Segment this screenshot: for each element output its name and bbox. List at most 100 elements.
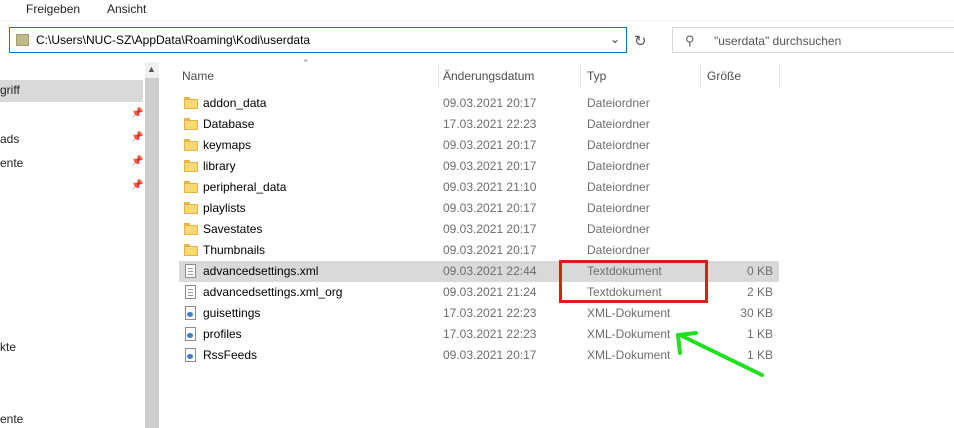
file-date: 09.03.2021 20:17 [443, 96, 537, 110]
file-name: RssFeeds [203, 348, 258, 362]
column-header-size[interactable]: Größe [707, 69, 741, 83]
pin-icon[interactable]: 📌 [131, 132, 143, 143]
file-name: peripheral_data [203, 180, 287, 194]
file-row[interactable]: library 09.03.2021 20:17 Dateiordner [179, 156, 779, 177]
nav-item-other[interactable]: ente [0, 412, 23, 426]
file-type: Dateiordner [587, 180, 650, 194]
file-date: 09.03.2021 20:17 [443, 201, 537, 215]
file-date: 17.03.2021 22:23 [443, 117, 537, 131]
file-type: Dateiordner [587, 96, 650, 110]
file-type: Dateiordner [587, 243, 650, 257]
file-name: keymaps [203, 138, 252, 152]
pin-icon[interactable]: 📌 [131, 108, 143, 119]
ribbon-bar: Freigeben Ansicht [0, 0, 954, 21]
nav-item-quick-access[interactable]: griff [0, 83, 20, 97]
column-divider[interactable] [438, 64, 439, 88]
nav-item-documents[interactable]: ente [0, 156, 23, 170]
xml-document-icon [185, 348, 196, 362]
column-divider[interactable] [779, 64, 780, 88]
file-date: 09.03.2021 22:44 [443, 264, 537, 278]
nav-scrollbar[interactable]: ▲ [145, 62, 159, 428]
address-bar[interactable]: C:\Users\NUC-SZ\AppData\Roaming\Kodi\use… [9, 27, 627, 53]
scroll-up-icon[interactable]: ▲ [147, 64, 156, 74]
file-row[interactable]: Savestates 09.03.2021 20:17 Dateiordner [179, 219, 779, 240]
file-type: Dateiordner [587, 138, 650, 152]
tab-freigeben[interactable]: Freigeben [26, 2, 80, 16]
folder-icon [184, 202, 198, 214]
file-list: ⌃ Name Änderungsdatum Typ Größe addon_da… [160, 58, 954, 428]
red-highlight-box [559, 260, 708, 303]
column-header-name[interactable]: Name [182, 69, 214, 83]
pin-icon[interactable]: 📌 [131, 156, 143, 167]
file-row[interactable]: playlists 09.03.2021 20:17 Dateiordner [179, 198, 779, 219]
file-date: 17.03.2021 22:23 [443, 306, 537, 320]
file-date: 17.03.2021 22:23 [443, 327, 537, 341]
xml-document-icon [185, 327, 196, 341]
file-name: addon_data [203, 96, 267, 110]
chevron-down-icon[interactable]: ⌄ [610, 32, 620, 46]
folder-icon [184, 139, 198, 151]
file-type: Dateiordner [587, 222, 650, 236]
folder-icon [184, 181, 198, 193]
file-row[interactable]: peripheral_data 09.03.2021 21:10 Dateiordn… [179, 177, 779, 198]
folder-icon [184, 160, 198, 172]
file-date: 09.03.2021 20:17 [443, 138, 537, 152]
file-name: advancedsettings.xml [203, 264, 319, 278]
navigation-pane: griff 📌 ads 📌 ente 📌 📌 kte ente ▲ [0, 62, 160, 428]
file-row[interactable]: Thumbnails 09.03.2021 20:17 Dateiordner [179, 240, 779, 261]
file-name: advancedsettings.xml_org [203, 285, 343, 299]
file-size: 2 KB [746, 285, 773, 299]
file-type: Dateiordner [587, 159, 650, 173]
xml-document-icon [185, 306, 196, 320]
refresh-icon[interactable]: ↻ [634, 32, 647, 50]
file-type: XML-Dokument [587, 306, 671, 320]
nav-selected-highlight [0, 80, 143, 102]
file-name: Thumbnails [203, 243, 266, 257]
folder-icon [184, 223, 198, 235]
file-name: Database [203, 117, 255, 131]
folder-icon [184, 97, 198, 109]
file-date: 09.03.2021 20:17 [443, 243, 537, 257]
column-divider[interactable] [700, 64, 701, 88]
file-date: 09.03.2021 21:10 [443, 180, 537, 194]
file-date: 09.03.2021 20:17 [443, 159, 537, 173]
green-arrow-annotation [676, 331, 764, 377]
address-path[interactable]: C:\Users\NUC-SZ\AppData\Roaming\Kodi\use… [36, 33, 310, 47]
tab-ansicht[interactable]: Ansicht [107, 2, 146, 16]
file-type: XML-Dokument [587, 327, 671, 341]
search-placeholder: "userdata" durchsuchen [714, 34, 842, 48]
file-row[interactable]: addon_data 09.03.2021 20:17 Dateiordner [179, 93, 779, 114]
file-row[interactable]: guisettings 17.03.2021 22:23 XML-Dokument 3… [179, 303, 779, 324]
file-date: 09.03.2021 20:17 [443, 348, 537, 362]
file-size: 30 KB [740, 306, 773, 320]
file-type: Dateiordner [587, 201, 650, 215]
column-divider[interactable] [580, 64, 581, 88]
file-type: XML-Dokument [587, 348, 671, 362]
folder-icon [184, 118, 198, 130]
file-date: 09.03.2021 20:17 [443, 222, 537, 236]
file-date: 09.03.2021 21:24 [443, 285, 537, 299]
column-header-date[interactable]: Änderungsdatum [443, 69, 534, 83]
scrollbar-thumb[interactable] [145, 78, 159, 428]
sort-ascending-icon: ⌃ [302, 58, 310, 68]
search-icon: ⚲ [685, 33, 695, 48]
file-type: Dateiordner [587, 117, 650, 131]
file-row[interactable]: Database 17.03.2021 22:23 Dateiordner [179, 114, 779, 135]
file-name: guisettings [203, 306, 261, 320]
folder-icon [184, 244, 198, 256]
nav-item-downloads[interactable]: ads [0, 132, 19, 146]
search-input[interactable]: ⚲ "userdata" durchsuchen [672, 27, 954, 53]
text-document-icon [185, 264, 196, 278]
folder-icon [16, 34, 29, 46]
file-name: Savestates [203, 222, 263, 236]
text-document-icon [185, 285, 196, 299]
pin-icon[interactable]: 📌 [131, 180, 143, 191]
file-row[interactable]: keymaps 09.03.2021 20:17 Dateiordner [179, 135, 779, 156]
file-name: library [203, 159, 236, 173]
address-row: C:\Users\NUC-SZ\AppData\Roaming\Kodi\use… [0, 22, 954, 62]
file-name: profiles [203, 327, 242, 341]
nav-item-objects[interactable]: kte [0, 340, 16, 354]
file-name: playlists [203, 201, 246, 215]
file-size: 0 KB [746, 264, 773, 278]
column-header-type[interactable]: Typ [587, 69, 606, 83]
